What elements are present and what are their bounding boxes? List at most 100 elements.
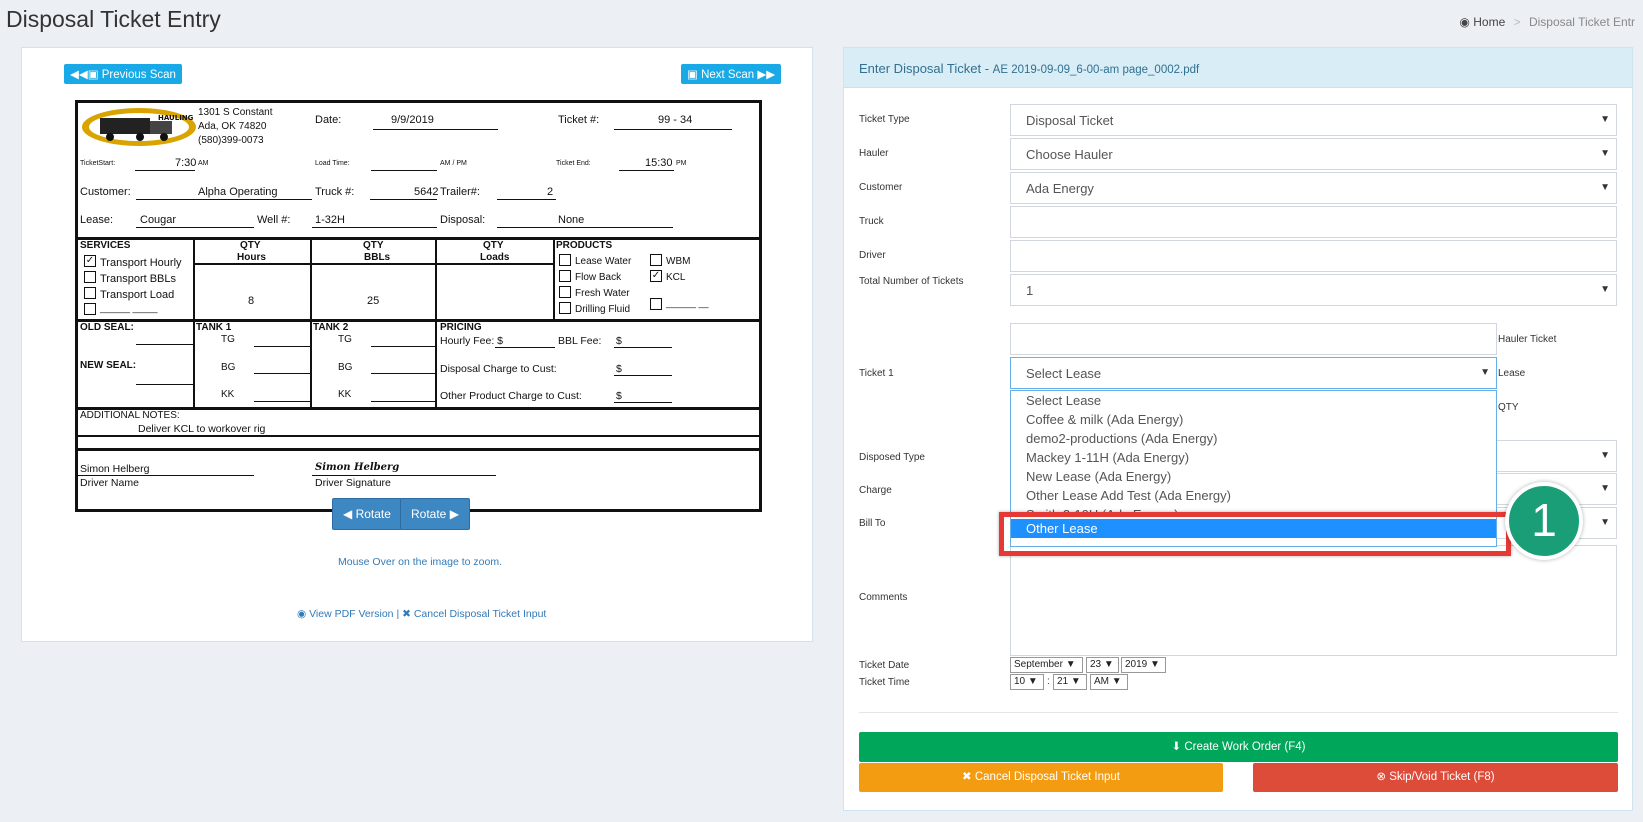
download-icon: ⬇ [1171,741,1182,753]
cancel-input-link[interactable]: ✖ Cancel Disposal Ticket Input [402,608,546,620]
circle-x-icon: ⊗ [1376,771,1386,783]
hour-select[interactable]: 10 ▼ [1010,674,1044,690]
caret-down-icon: ▼ [1065,659,1076,670]
products-heading: PRODUCTS [556,240,613,251]
comments-textarea[interactable] [1010,545,1617,656]
lease-option[interactable]: New Lease (Ada Energy) [1011,467,1496,486]
customer-label: Customer: [80,186,131,198]
lease-option[interactable]: Other Lease Add Test (Ada Energy) [1011,486,1496,505]
previous-scan-button[interactable]: ◀◀▣ Previous Scan [64,64,182,84]
lease-option[interactable]: Mackey 1-11H (Ada Energy) [1011,448,1496,467]
year-select[interactable]: 2019 ▼ [1121,657,1166,673]
qty-field-label: QTY [1498,402,1519,413]
hauler-ticket-input[interactable] [1010,323,1497,355]
customer-field-label: Customer [859,182,903,193]
skip-void-button[interactable]: ⊗ Skip/Void Ticket (F8) [1253,763,1618,792]
tank2-tg: TG [338,334,352,345]
entry-heading: Enter Disposal Ticket [859,61,982,76]
total-tickets-label: Total Number of Tickets [859,276,964,287]
checkbox-flow-back [559,270,571,282]
service-3: Transport Load [100,289,175,301]
minute-select[interactable]: 21 ▼ [1053,674,1087,690]
caret-down-icon: ▼ [1150,659,1160,670]
breadcrumb-home[interactable]: Home [1473,15,1505,29]
lease-option[interactable]: Select Lease [1011,391,1496,410]
ticket-form: HAULING 1301 S Constant Ada, OK 74820 (5… [75,100,762,512]
lease-option[interactable]: demo2-productions (Ada Energy) [1011,429,1496,448]
checkbox-wbm [650,254,662,266]
truck-input[interactable] [1010,206,1617,238]
loads-heading: Loads [480,252,510,263]
rotate-right-label: Rotate [411,507,447,521]
start-label: TicketStart: [80,160,116,167]
scan-panel: ◀◀▣ Previous Scan ▣ Next Scan ▶▶ HAULING… [21,47,813,642]
create-work-order-button[interactable]: ⬇ Create Work Order (F4) [859,732,1618,762]
panel-links: ◉ View PDF Version | ✖ Cancel Disposal T… [297,608,546,620]
caret-down-icon: ▼ [1600,450,1610,461]
hauler-select[interactable]: Choose Hauler ▼ [1010,138,1617,170]
product-3: Fresh Water [575,288,630,299]
checkbox-product-blank [650,298,662,310]
lease-select[interactable]: Select Lease ▼ [1010,357,1497,389]
close-icon: ✖ [962,771,972,783]
rotate-right-button[interactable]: Rotate ▶ [400,498,470,530]
well-label: Well #: [257,214,291,226]
tank1-kk: KK [221,389,235,400]
checkbox-lease-water [559,254,571,266]
entry-filename: AE 2019-09-09_6-00-am page_0002.pdf [992,64,1200,76]
lease-option[interactable]: Coffee & milk (Ada Energy) [1011,410,1496,429]
total-tickets-select[interactable]: 1 ▼ [1010,274,1617,306]
view-pdf-label: View PDF Version [309,608,394,620]
company-phone: (580)399-0073 [198,135,264,146]
customer-select[interactable]: Ada Energy ▼ [1010,172,1617,204]
next-scan-button[interactable]: ▣ Next Scan ▶▶ [681,64,782,84]
load-ampm: AM / PM [440,160,467,167]
tank1-tg: TG [221,334,235,345]
rotate-left-label: Rotate [355,507,391,521]
hours-value: 8 [248,295,255,307]
disposal-charge-label: Disposal Charge to Cust: [440,363,557,375]
driver-input[interactable] [1010,240,1617,272]
caret-down-icon: ▼ [1027,676,1038,687]
meridiem-select[interactable]: AM ▼ [1090,674,1128,690]
disposed-type-label: Disposed Type [859,452,925,463]
view-pdf-link[interactable]: ◉ View PDF Version [297,608,394,620]
tank1-bg: BG [221,362,236,373]
hauler-ticket-label: Hauler Ticket [1498,334,1557,345]
product-1: Lease Water [575,256,632,267]
start-value: 7:30 [175,157,197,169]
ticket-date-label: Ticket Date [859,660,910,671]
previous-icon: ◀◀▣ [70,69,99,81]
notes-label: ADDITIONAL NOTES: [80,410,180,421]
day-value: 23 [1090,659,1102,670]
year-value: 2019 [1125,659,1148,670]
rotate-left-button[interactable]: ◀ Rotate [332,498,402,530]
tank2-heading: TANK 2 [313,322,349,333]
ticket-time-label: Ticket Time [859,677,910,688]
checkbox-service-blank [84,303,96,315]
cancel-ticket-button[interactable]: ✖ Cancel Disposal Ticket Input [859,763,1223,792]
lease-value: Cougar [140,214,177,226]
time-colon: : [1047,676,1050,687]
caret-down-icon: ▼ [1070,676,1081,687]
driver-name-value: Simon Helberg [80,463,150,475]
product-4: Drilling Fluid [575,304,631,315]
hauler-value: Choose Hauler [1026,147,1113,162]
bbl-fee-dollar: $ [616,335,622,347]
checkbox-transport-load [84,287,96,299]
ticket-scan-image[interactable]: HAULING 1301 S Constant Ada, OK 74820 (5… [64,98,762,512]
day-select[interactable]: 23 ▼ [1086,657,1119,673]
end-label: Ticket End: [556,160,591,167]
month-select[interactable]: September ▼ [1010,657,1083,673]
truck-field-label: Truck [859,216,884,227]
caret-down-icon: ▼ [1111,676,1122,687]
old-seal-label: OLD SEAL: [80,322,134,333]
dashboard-icon: ◉ [1459,15,1470,29]
tank1-heading: TANK 1 [196,322,232,333]
lease-select-value: Select Lease [1026,366,1102,381]
checkbox-drilling-fluid [559,302,571,314]
ticket-type-select[interactable]: Disposal Ticket ▼ [1010,104,1617,136]
caret-down-icon: ▼ [1600,182,1610,193]
notes-value: Deliver KCL to workover rig [138,423,266,435]
next-icon: ▶▶ [757,69,776,81]
